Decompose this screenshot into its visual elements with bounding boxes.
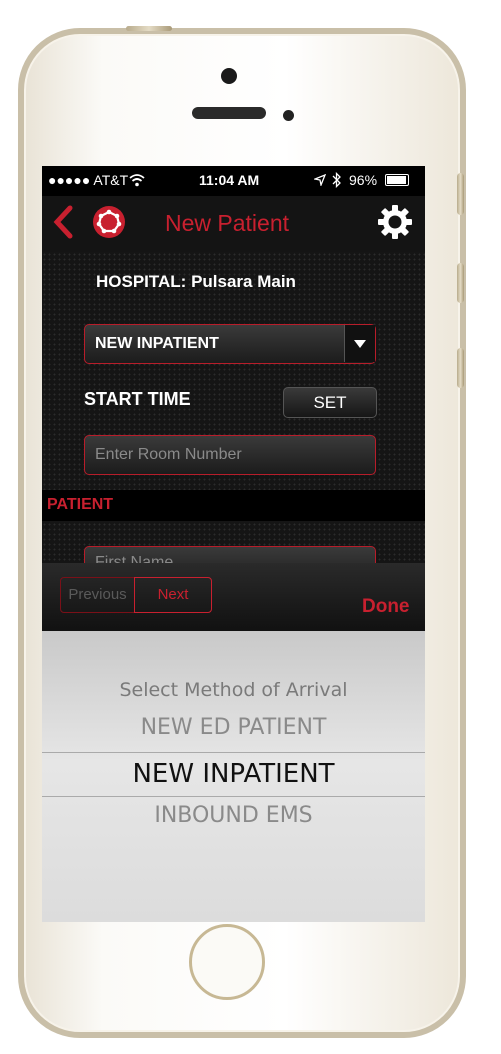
status-bar: ●●●●● AT&T 11:04 AM 96% — [42, 166, 425, 196]
set-button-label: SET — [313, 393, 347, 412]
volume-down-button — [457, 348, 464, 388]
section-title: PATIENT — [47, 496, 114, 513]
form-area: HOSPITAL: Pulsara Main NEW INPATIENT STA… — [42, 252, 425, 586]
triangle-down-icon — [354, 340, 366, 348]
carrier-label: ●●●●● AT&T — [48, 172, 129, 188]
home-button[interactable] — [189, 924, 265, 1000]
next-label: Next — [157, 586, 189, 603]
set-time-button[interactable]: SET — [283, 387, 377, 418]
gear-icon[interactable] — [376, 203, 414, 241]
selection-divider-bottom — [42, 796, 425, 797]
battery-percent: 96% — [349, 172, 378, 188]
keyboard-toolbar: Previous Next Done — [42, 563, 425, 631]
battery-icon — [385, 174, 409, 186]
picker-option-selected[interactable]: NEW INPATIENT — [42, 759, 425, 789]
app-screen: ●●●●● AT&T 11:04 AM 96% New Patient HOSP… — [42, 166, 425, 922]
pulsara-logo-icon — [93, 206, 125, 238]
hospital-label: HOSPITAL: Pulsara Main — [96, 272, 296, 291]
selection-divider-top — [42, 752, 425, 753]
picker-title: Select Method of Arrival — [119, 679, 348, 701]
previous-button[interactable]: Previous — [60, 577, 135, 613]
start-time-label: START TIME — [84, 389, 191, 409]
earpiece-speaker — [192, 107, 266, 119]
room-number-placeholder: Enter Room Number — [95, 446, 242, 463]
arrival-method-picker[interactable]: Select Method of Arrival NEW ED PATIENT … — [42, 631, 425, 922]
done-button[interactable]: Done — [362, 596, 410, 618]
location-icon — [314, 174, 326, 186]
next-button[interactable]: Next — [134, 577, 212, 613]
dropdown-toggle[interactable] — [344, 325, 375, 362]
previous-label: Previous — [68, 586, 127, 603]
clock-label: 11:04 AM — [199, 172, 260, 188]
chevron-left-icon[interactable] — [52, 204, 74, 240]
wifi-icon — [129, 174, 145, 187]
volume-up-button — [457, 263, 464, 303]
nav-bar: New Patient — [42, 196, 425, 252]
arrival-method-select[interactable]: NEW INPATIENT — [84, 324, 376, 364]
bluetooth-icon — [332, 172, 341, 188]
picker-option[interactable]: INBOUND EMS — [42, 803, 425, 828]
room-number-input[interactable]: Enter Room Number — [84, 435, 376, 475]
patient-section-header: PATIENT — [42, 490, 425, 521]
arrival-select-value: NEW INPATIENT — [95, 335, 219, 352]
proximity-sensor — [283, 110, 294, 121]
front-camera — [221, 68, 237, 84]
page-title: New Patient — [165, 210, 290, 236]
silent-switch — [457, 173, 464, 215]
power-button — [126, 26, 172, 31]
picker-option[interactable]: NEW ED PATIENT — [42, 715, 425, 740]
